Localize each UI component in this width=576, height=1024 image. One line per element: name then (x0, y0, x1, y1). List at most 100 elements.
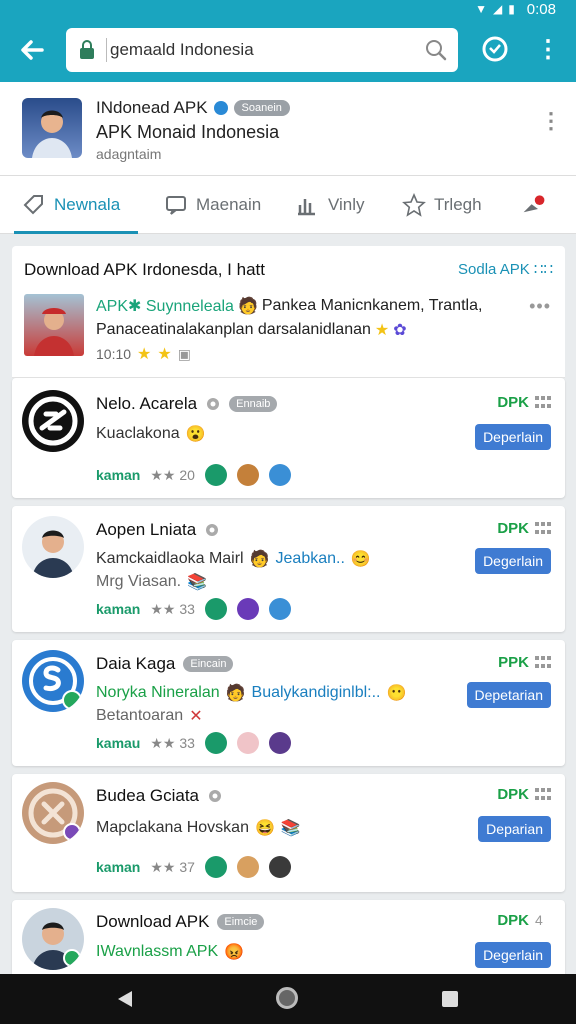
card-title: Daia Kaga (96, 654, 176, 673)
card-tag: DPK (497, 520, 529, 537)
badge-icon (204, 598, 227, 620)
header-more-icon[interactable]: ⋮ (540, 106, 562, 136)
app-badge: Soanein (233, 100, 290, 116)
app-title: INdonead APK (96, 98, 208, 117)
badge-icon (204, 732, 227, 754)
emoji-icon: 😶 (386, 685, 407, 702)
gear-icon (206, 524, 219, 536)
search-input[interactable]: gemaald Indonesia (66, 28, 458, 72)
emoji-icon: 😮 (185, 426, 206, 443)
tab-vinly[interactable]: Vinly (296, 176, 365, 234)
deparian-button[interactable]: Deparian (478, 816, 551, 842)
chart-icon (298, 199, 315, 216)
chat-icon (166, 196, 186, 215)
card-line1: Noryka Nineralan 🧑 Bualykandiginlbl:.. 😶 (96, 684, 407, 702)
status-icons: ▼ ◢ ▮ 0:08 (475, 0, 556, 18)
grid-icon[interactable] (535, 396, 551, 410)
verified-icon (213, 101, 228, 115)
tab-bar: Newnala Maenain Vinly Trlegh (0, 176, 576, 234)
book-icon: 📚 (280, 820, 301, 837)
list-item[interactable]: Nelo. Acarela Ennaib DPK Kuaclakona 😮 De… (12, 378, 565, 498)
tab-label: Trlegh (434, 195, 482, 214)
tab-newnala[interactable]: Newnala (22, 176, 120, 234)
grid-icon[interactable] (535, 522, 551, 536)
app-avatar (22, 98, 82, 158)
tab-notifications[interactable] (522, 176, 546, 234)
tab-label: Newnala (54, 195, 121, 214)
back-arrow-icon[interactable] (14, 32, 50, 68)
card-line1: Mapclakana Hovskan 😆 📚 (96, 819, 301, 837)
list-item[interactable]: Budea Gciata DPK Mapclakana Hovskan 😆 📚 … (12, 774, 565, 892)
badge-icon (204, 464, 227, 486)
card-title: Download APK (96, 912, 210, 931)
card-title: Aopen Lniata (96, 520, 197, 539)
card-title-row: Budea Gciata (96, 786, 223, 806)
nav-home-icon[interactable] (276, 987, 298, 1009)
deperlain-button[interactable]: Deperlain (475, 424, 551, 450)
app-meta: adagntaim (96, 146, 162, 162)
overflow-menu-icon[interactable]: ⋮ (536, 36, 560, 64)
search-icon[interactable] (424, 38, 448, 62)
signal-icon: ◢ (492, 2, 503, 16)
card-line1: Kuaclakona 😮 (96, 425, 206, 443)
emoji-icon: 😡 (224, 944, 245, 961)
card-chip: Eincain (183, 656, 234, 672)
featured-more-icon[interactable]: ••• (529, 296, 551, 317)
app-bar: gemaald Indonesia ⋮ (0, 18, 576, 82)
featured-meta: 10:10 ★ ★ ▣ (96, 345, 191, 364)
list-item[interactable]: Daia Kaga Eincain PPK Noryka Nineralan 🧑… (12, 640, 565, 766)
app-icon (22, 908, 84, 970)
featured-card[interactable]: Download APK Irdonesda, I hatt Sodla APK… (12, 246, 565, 378)
app-title-row: INdonead APK Soanein (96, 98, 290, 118)
featured-line2: Panaceatinalakanplan darsalanidlanan ★ ✿ (96, 321, 407, 339)
card-tag: DPK (497, 394, 529, 411)
lock-icon (80, 40, 94, 59)
grid-icon[interactable] (535, 656, 551, 670)
app-subtitle: APK Monaid Indonesia (96, 122, 280, 142)
card-tag-extra: 4 (535, 912, 543, 928)
degerlain-button[interactable]: Degerlain (475, 548, 551, 574)
card-line1: IWavnlassm APK 😡 (96, 943, 245, 961)
card-title-row: Aopen Lniata (96, 520, 220, 540)
tab-label: Vinly (328, 195, 365, 214)
account-icon[interactable] (482, 36, 508, 62)
star-icon: ★ (157, 346, 172, 363)
tab-maenain[interactable]: Maenain (164, 176, 261, 234)
gear-icon (209, 790, 222, 802)
tab-label: Maenain (196, 195, 262, 214)
app-header: INdonead APK Soanein APK Monaid Indonesi… (0, 82, 576, 176)
card-title-row: Download APK Eimcie (96, 912, 265, 932)
person-emoji-icon: 🧑 (237, 298, 258, 315)
card-title-row: Daia Kaga Eincain (96, 654, 234, 674)
app-icon (22, 782, 84, 844)
card-title-row: Nelo. Acarela Ennaib (96, 394, 278, 414)
card-footer: kamau ★★ 33 (96, 732, 291, 754)
card-tag: PPK (498, 654, 529, 671)
nav-back-icon[interactable] (116, 990, 134, 1008)
emoji-icon: 😆 (254, 820, 275, 837)
star-icon: ★ (374, 322, 390, 339)
badge-icon (204, 856, 227, 878)
depetarian-button[interactable]: Depetarian (466, 682, 551, 708)
featured-link[interactable]: Sodla APK ∷∷ (458, 260, 553, 278)
card-tag: DPK (497, 786, 529, 803)
app-icon (22, 516, 84, 578)
grid-icon[interactable] (535, 788, 551, 802)
card-title: Budea Gciata (96, 786, 200, 805)
search-query: gemaald Indonesia (110, 40, 254, 59)
flag-icon: ✕ (189, 708, 203, 725)
featured-title: Download APK Irdonesda, I hatt (24, 260, 265, 279)
app-icon (22, 390, 84, 452)
tag-icon (23, 195, 43, 215)
card-footer: kaman ★★ 37 (96, 856, 291, 878)
emoji-icon: 😊 (350, 551, 371, 568)
nav-recents-icon[interactable] (442, 991, 458, 1007)
badge-icon (268, 856, 291, 878)
star-icon (402, 193, 426, 217)
list-item[interactable]: Download APK Eimcie DPK 4 IWavnlassm APK… (12, 900, 565, 974)
card-title: Nelo. Acarela (96, 394, 198, 413)
degerlain-button[interactable]: Degerlain (475, 942, 551, 968)
book-icon: 📚 (187, 574, 207, 591)
tab-trlegh[interactable]: Trlegh (402, 176, 482, 234)
list-item[interactable]: Aopen Lniata DPK Kamckaidlaoka Mairl 🧑 J… (12, 506, 565, 632)
